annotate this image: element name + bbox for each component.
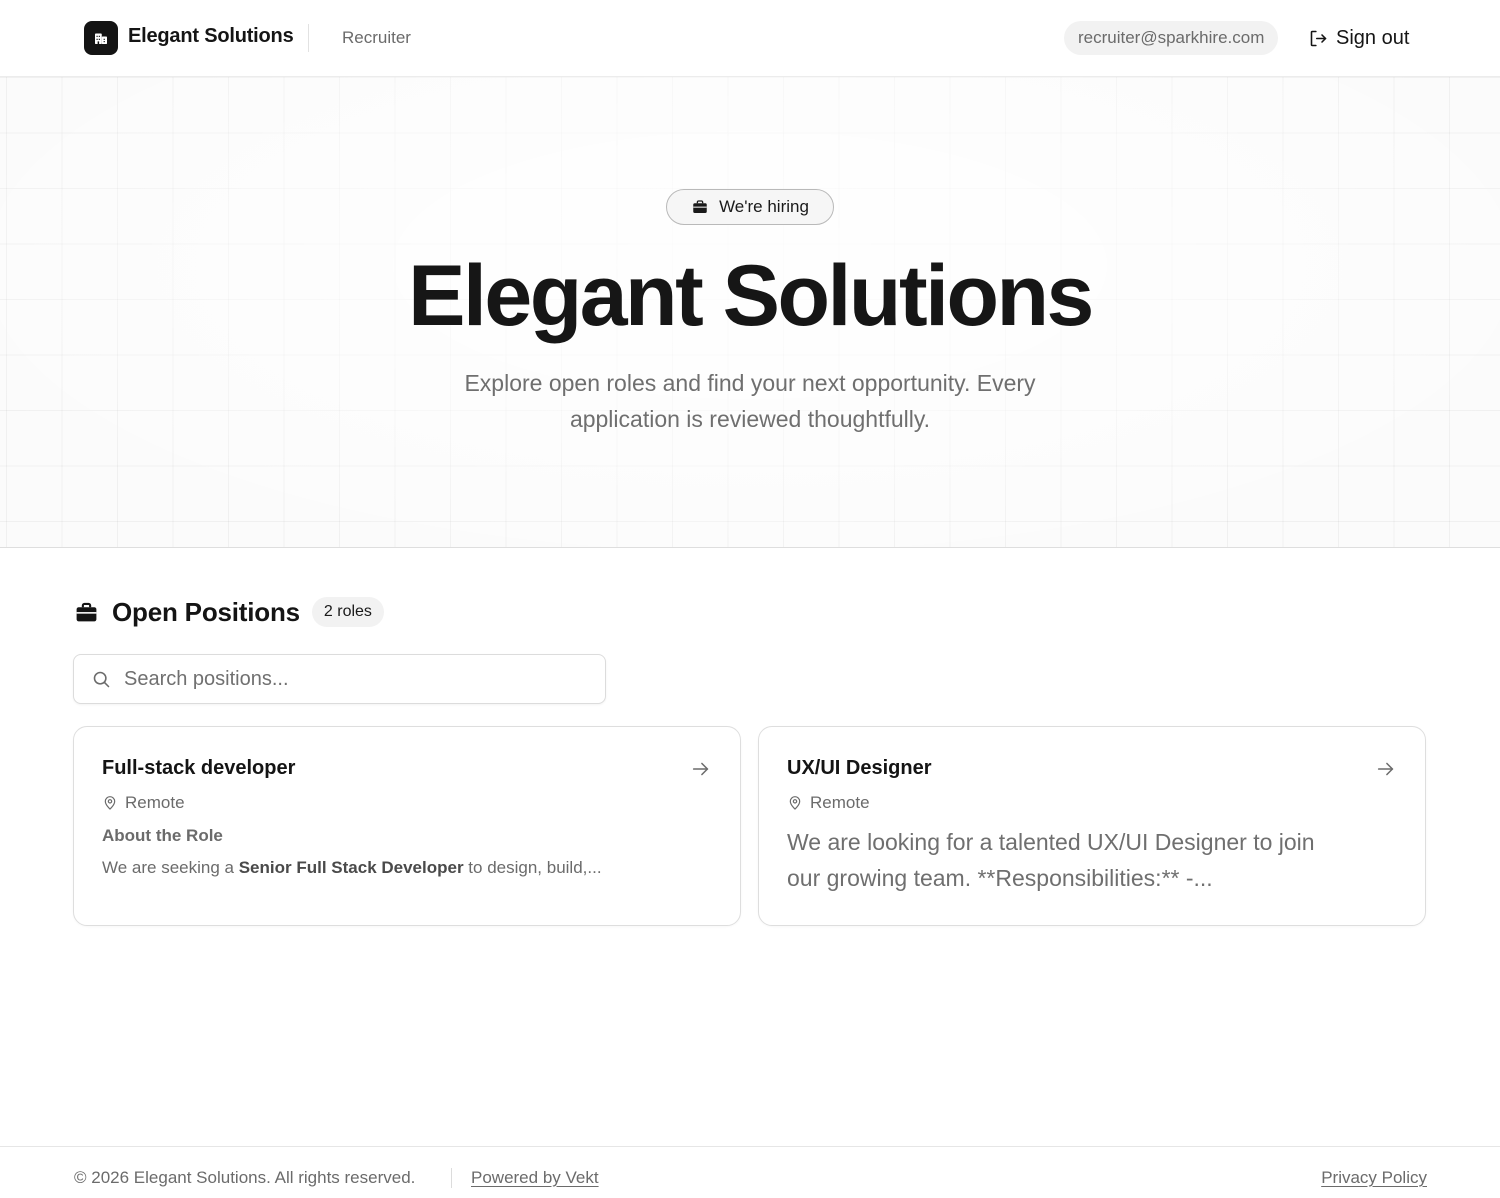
job-card[interactable]: UX/UI Designer Remote We are looking for… xyxy=(758,726,1426,926)
copyright-text: © 2026 Elegant Solutions. All rights res… xyxy=(74,1168,416,1187)
user-email: recruiter@sparkhire.com xyxy=(1078,28,1265,47)
roles-count-badge: 2 roles xyxy=(311,597,384,627)
powered-by-link[interactable]: Powered by Vekt xyxy=(471,1168,599,1188)
job-description-post: to design, build,... xyxy=(463,858,602,877)
sign-out-button[interactable]: Sign out xyxy=(1308,22,1409,54)
job-description-bold: Senior Full Stack Developer xyxy=(238,858,464,877)
privacy-policy-link[interactable]: Privacy Policy xyxy=(1321,1168,1427,1188)
search-icon xyxy=(93,671,110,688)
sign-out-icon xyxy=(1310,30,1327,46)
job-card[interactable]: Full-stack developer Remote About the Ro… xyxy=(73,726,741,926)
job-title[interactable]: UX/UI Designer xyxy=(787,757,931,780)
map-pin-icon xyxy=(789,796,801,810)
job-location-label: Remote xyxy=(810,793,870,812)
footer: © 2026 Elegant Solutions. All rights res… xyxy=(0,1146,1500,1198)
job-description: We are looking for a talented UX/UI Desi… xyxy=(787,829,1315,891)
arrow-right-icon[interactable] xyxy=(1375,758,1397,780)
section-title: Open Positions xyxy=(112,596,300,627)
hiring-badge-label: We're hiring xyxy=(719,197,809,216)
map-pin-icon xyxy=(104,796,116,810)
search-input[interactable] xyxy=(124,655,594,703)
hero-subtitle: Explore open roles and find your next op… xyxy=(464,370,1036,432)
briefcase-icon xyxy=(76,602,97,621)
job-description-pre: We are seeking a xyxy=(102,858,239,877)
arrow-right-icon[interactable] xyxy=(690,758,712,780)
header-divider xyxy=(308,24,309,52)
sign-out-label: Sign out xyxy=(1336,26,1410,49)
top-nav: Elegant Solutions Recruiter recruiter@sp… xyxy=(0,0,1500,77)
brand-name[interactable]: Elegant Solutions xyxy=(128,25,294,48)
hiring-badge: We're hiring xyxy=(666,189,834,225)
role-label: Recruiter xyxy=(342,28,411,47)
building-icon[interactable] xyxy=(84,21,118,55)
briefcase-icon xyxy=(693,200,707,213)
footer-divider xyxy=(451,1168,452,1188)
job-description: We are seeking a Senior Full Stack Devel… xyxy=(102,858,722,878)
hero-section: We're hiring Elegant Solutions Explore o… xyxy=(0,77,1500,548)
search-field[interactable] xyxy=(73,654,606,704)
job-location-label: Remote xyxy=(125,793,185,812)
open-positions-header: Open Positions 2 roles xyxy=(74,594,384,630)
user-email-badge: recruiter@sparkhire.com xyxy=(1064,21,1279,55)
job-title[interactable]: Full-stack developer xyxy=(102,757,295,780)
job-location: Remote xyxy=(102,793,185,813)
job-section-heading: About the Role xyxy=(102,826,223,845)
hero-title: Elegant Solutions xyxy=(408,248,1094,344)
job-location: Remote xyxy=(787,793,870,813)
